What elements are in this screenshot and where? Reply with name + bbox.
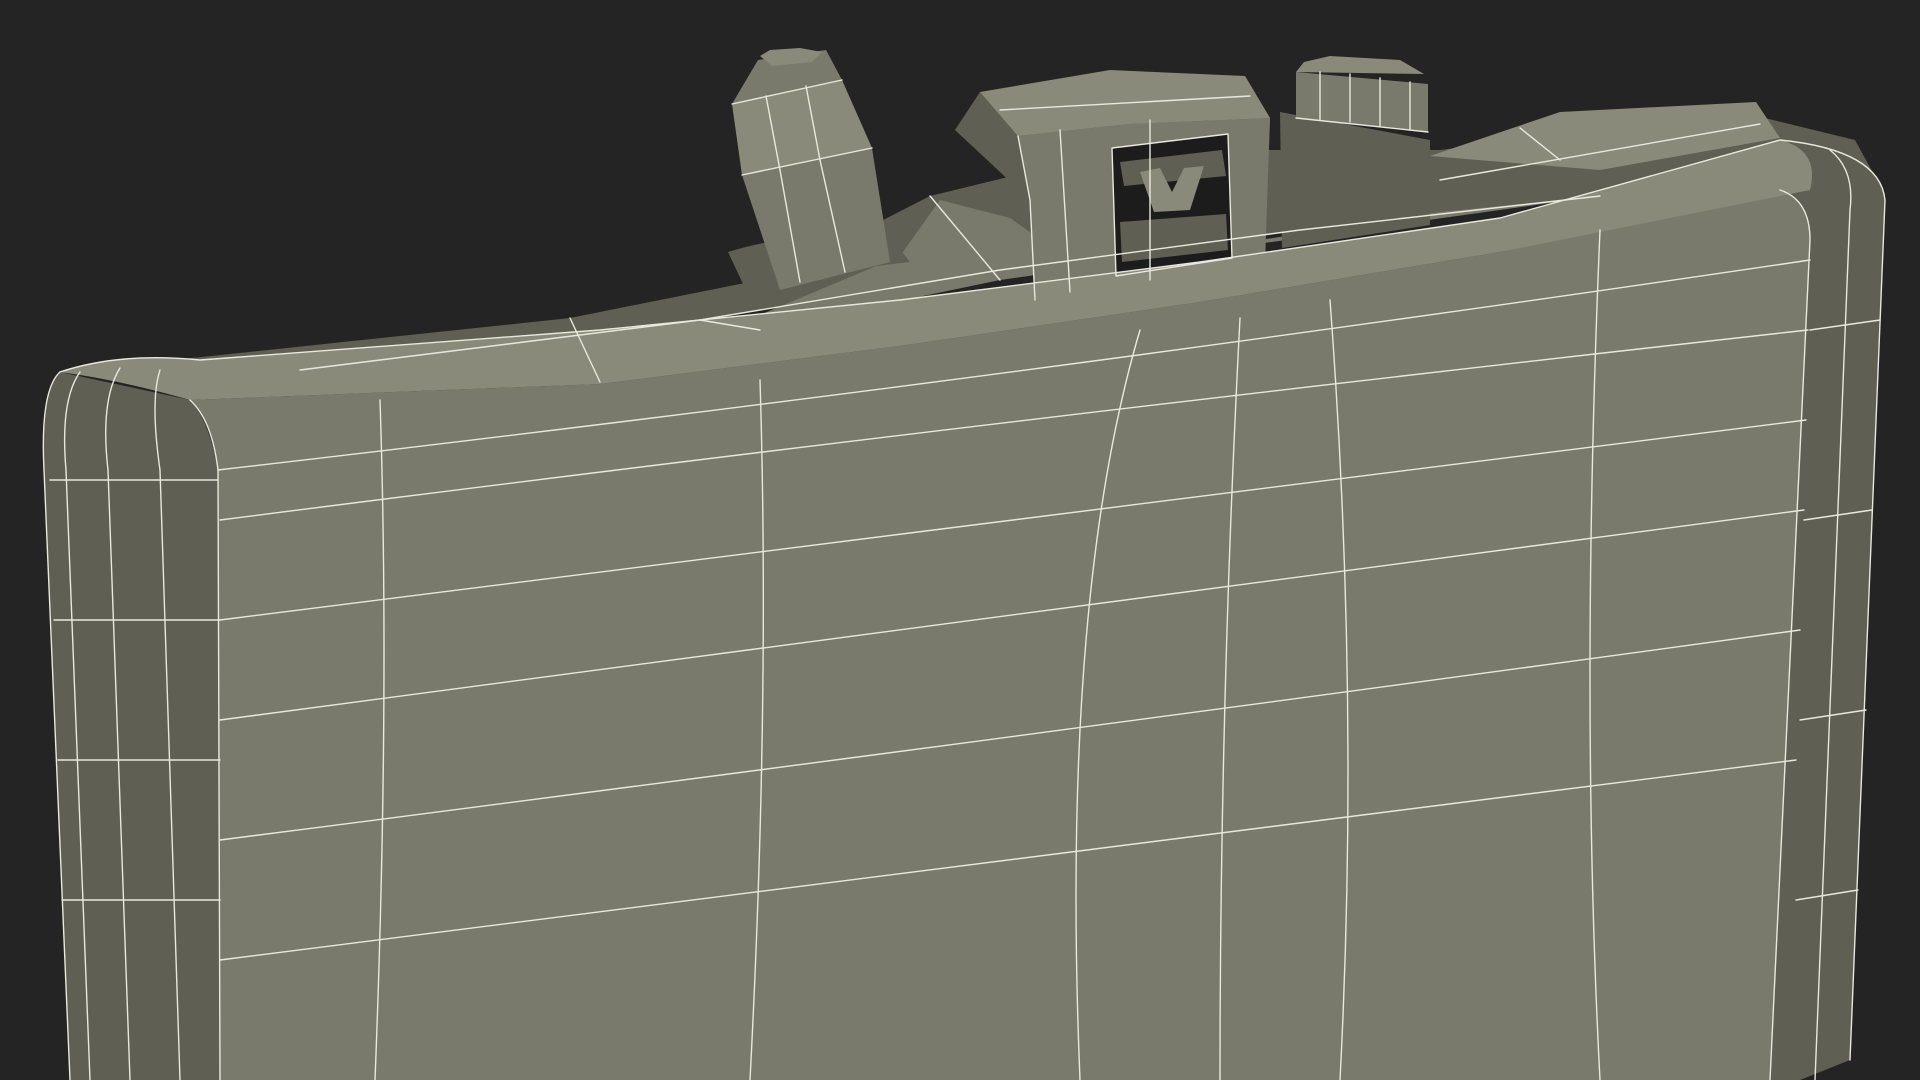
render-viewport bbox=[0, 0, 1920, 1080]
right-cap bbox=[1280, 56, 1430, 248]
wireframe-render bbox=[42, 48, 1886, 1080]
left-fuse bbox=[728, 48, 910, 290]
